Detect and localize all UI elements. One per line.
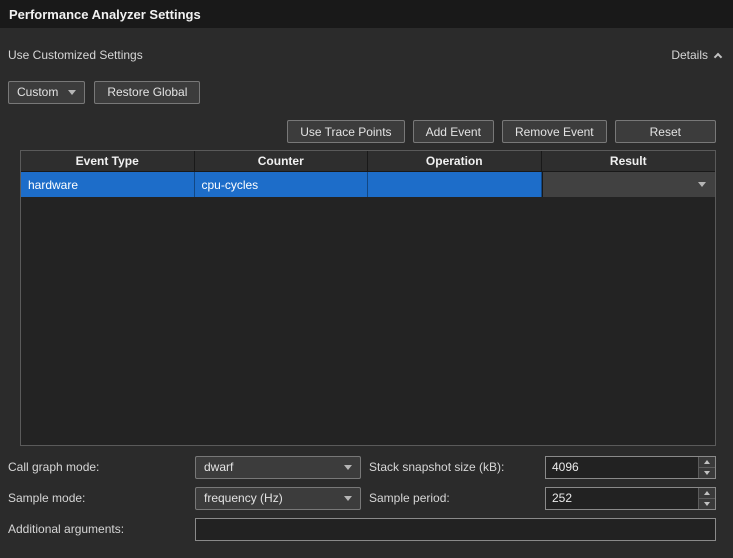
sample-mode-dropdown[interactable]: frequency (Hz)	[195, 487, 361, 510]
sampling-settings-form: Call graph mode: dwarf Stack snapshot si…	[0, 456, 733, 540]
stack-snapshot-size-stepper	[545, 456, 716, 479]
form-row-sample-mode: Sample mode: frequency (Hz) Sample perio…	[0, 487, 733, 509]
form-row-call-graph: Call graph mode: dwarf Stack snapshot si…	[0, 456, 733, 478]
column-header-result[interactable]: Result	[542, 151, 716, 171]
cell-counter[interactable]: cpu-cycles	[195, 172, 369, 197]
stack-snapshot-spin-buttons	[698, 457, 715, 478]
arrow-up-icon	[704, 491, 710, 495]
spin-down-button[interactable]	[699, 467, 715, 478]
page-title: Performance Analyzer Settings	[9, 7, 201, 22]
events-table-header: Event Type Counter Operation Result	[21, 151, 715, 172]
spin-down-button[interactable]	[699, 498, 715, 509]
arrow-down-icon	[704, 502, 710, 506]
add-event-button[interactable]: Add Event	[413, 120, 494, 143]
event-actions-row: Use Trace Points Add Event Remove Event …	[0, 120, 733, 143]
use-customized-settings-label: Use Customized Settings	[8, 48, 143, 62]
sample-period-stepper	[545, 487, 716, 510]
use-trace-points-button[interactable]: Use Trace Points	[287, 120, 404, 143]
cell-result-dropdown[interactable]	[542, 172, 716, 197]
call-graph-mode-label: Call graph mode:	[8, 460, 195, 474]
chevron-down-icon	[68, 90, 76, 95]
settings-toolbar: Custom Restore Global	[0, 80, 733, 104]
events-table-empty-area	[21, 197, 715, 445]
settings-header-row: Use Customized Settings Details	[0, 46, 733, 64]
sample-mode-value: frequency (Hz)	[204, 491, 283, 505]
stack-snapshot-size-label: Stack snapshot size (kB):	[361, 460, 545, 474]
additional-arguments-label: Additional arguments:	[8, 522, 195, 536]
cell-event-type[interactable]: hardware	[21, 172, 195, 197]
restore-global-button[interactable]: Restore Global	[94, 81, 200, 104]
sample-period-spin-buttons	[698, 488, 715, 509]
details-label: Details	[671, 48, 708, 62]
column-header-operation[interactable]: Operation	[368, 151, 542, 171]
performance-analyzer-settings-window: Performance Analyzer Settings Use Custom…	[0, 0, 733, 558]
chevron-down-icon	[344, 465, 352, 470]
table-row[interactable]: hardware cpu-cycles	[21, 172, 715, 197]
cell-operation[interactable]	[368, 172, 542, 197]
column-header-event-type[interactable]: Event Type	[21, 151, 195, 171]
events-table: Event Type Counter Operation Result hard…	[20, 150, 716, 446]
chevron-up-icon	[714, 52, 722, 60]
spin-up-button[interactable]	[699, 457, 715, 467]
form-row-additional-arguments: Additional arguments:	[0, 518, 733, 540]
arrow-up-icon	[704, 460, 710, 464]
details-toggle[interactable]: Details	[671, 48, 721, 62]
sample-mode-label: Sample mode:	[8, 491, 195, 505]
settings-profile-dropdown[interactable]: Custom	[8, 81, 85, 104]
stack-snapshot-size-input[interactable]	[545, 456, 716, 479]
chevron-down-icon	[344, 496, 352, 501]
remove-event-button[interactable]: Remove Event	[502, 120, 607, 143]
spin-up-button[interactable]	[699, 488, 715, 498]
sample-period-label: Sample period:	[361, 491, 545, 505]
sample-period-input[interactable]	[545, 487, 716, 510]
column-header-counter[interactable]: Counter	[195, 151, 369, 171]
settings-profile-value: Custom	[17, 85, 58, 99]
arrow-down-icon	[704, 471, 710, 475]
reset-button[interactable]: Reset	[615, 120, 716, 143]
call-graph-mode-value: dwarf	[204, 460, 233, 474]
call-graph-mode-dropdown[interactable]: dwarf	[195, 456, 361, 479]
additional-arguments-input[interactable]	[195, 518, 716, 541]
chevron-down-icon	[698, 182, 706, 187]
title-bar: Performance Analyzer Settings	[0, 0, 733, 28]
